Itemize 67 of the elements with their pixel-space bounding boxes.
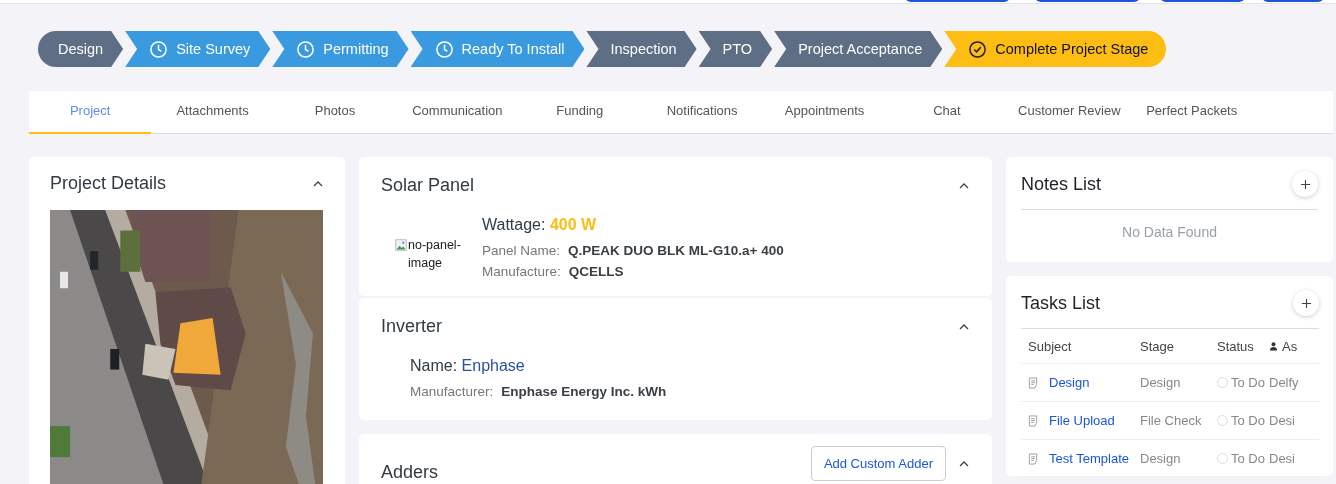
field-value: QCELLS — [568, 264, 624, 279]
field-label: Name: — [410, 357, 458, 374]
document-icon — [1028, 413, 1039, 428]
tab[interactable]: Photos — [273, 91, 397, 134]
add-button[interactable] — [1293, 290, 1319, 316]
person-icon — [1269, 341, 1278, 351]
task-link[interactable]: Test Template — [1049, 451, 1129, 466]
tab[interactable]: Customer Review — [1008, 91, 1131, 134]
check-circle-icon — [968, 39, 988, 59]
field-value: Q.PEAK DUO BLK ML-G10.a+ 400 — [568, 243, 784, 258]
wattage-value: 400 W — [549, 216, 597, 233]
field-value: Enphase Energy Inc. kWh — [501, 384, 667, 399]
broken-image-icon — [395, 239, 407, 251]
tab[interactable]: Project — [29, 91, 152, 134]
tab[interactable]: Funding — [518, 91, 641, 134]
task-link[interactable]: Design — [1049, 375, 1090, 390]
card-title: Notes List — [1021, 173, 1102, 195]
column-header: Stage — [1140, 338, 1174, 354]
card-title: Adders — [381, 462, 439, 483]
table-cell: File Check — [1140, 413, 1202, 428]
table-cell: Design — [1140, 451, 1181, 466]
tab[interactable]: Notifications — [640, 91, 764, 134]
table-cell: To Do — [1231, 413, 1265, 428]
document-icon — [1028, 375, 1039, 390]
clock-icon — [296, 39, 316, 59]
plus-icon — [1300, 297, 1312, 309]
card-title: Project Details — [50, 173, 167, 194]
tab[interactable]: Communication — [396, 91, 519, 134]
card-title: Solar Panel — [381, 175, 475, 196]
field-label: Panel Name: — [482, 243, 561, 258]
card-title: Inverter — [381, 316, 443, 337]
clock-icon — [149, 39, 169, 59]
plus-icon — [1299, 178, 1311, 190]
document-icon — [1028, 451, 1039, 466]
table-cell: Desi — [1269, 451, 1295, 466]
image-alt-text: no-panel-image — [408, 237, 462, 272]
table-cell: Design — [1140, 375, 1181, 390]
collapse-icon[interactable] — [958, 459, 970, 468]
field-label: Manufacturer: — [410, 384, 494, 399]
task-link[interactable]: File Upload — [1049, 413, 1115, 428]
card-title: Tasks List — [1021, 292, 1101, 314]
column-header: Status — [1217, 338, 1254, 354]
stage-step[interactable]: Inspection — [586, 31, 697, 67]
tab[interactable]: Perfect Packets — [1130, 91, 1253, 134]
collapse-icon[interactable] — [958, 322, 970, 331]
collapse-icon[interactable] — [958, 181, 970, 190]
table-cell: To Do — [1231, 451, 1265, 466]
table-cell: To Do — [1231, 375, 1265, 390]
stage-step[interactable]: Design — [38, 31, 124, 67]
table-cell: Desi — [1269, 413, 1295, 428]
stage-step[interactable]: Project Acceptance — [774, 31, 943, 67]
stage-step[interactable]: PTO — [698, 31, 773, 67]
clock-icon — [434, 39, 454, 59]
field-label: Wattage: — [482, 216, 546, 233]
tab[interactable]: Chat — [885, 91, 1009, 134]
empty-message: No Data Found — [1121, 224, 1218, 240]
table-cell: Delfy — [1269, 375, 1299, 390]
inverter-name: Enphase — [461, 357, 525, 374]
tab[interactable]: Attachments — [151, 91, 274, 134]
stage-step[interactable]: Complete Project Stage — [944, 31, 1167, 67]
collapse-icon[interactable] — [312, 179, 324, 188]
column-header: Subject — [1028, 338, 1072, 354]
tab[interactable]: Appointments — [763, 91, 886, 134]
column-header: As — [1282, 338, 1298, 354]
add-button[interactable] — [1292, 171, 1318, 197]
add-custom-adder-button[interactable]: Add Custom Adder — [810, 446, 946, 481]
field-label: Manufacture: — [482, 264, 561, 279]
